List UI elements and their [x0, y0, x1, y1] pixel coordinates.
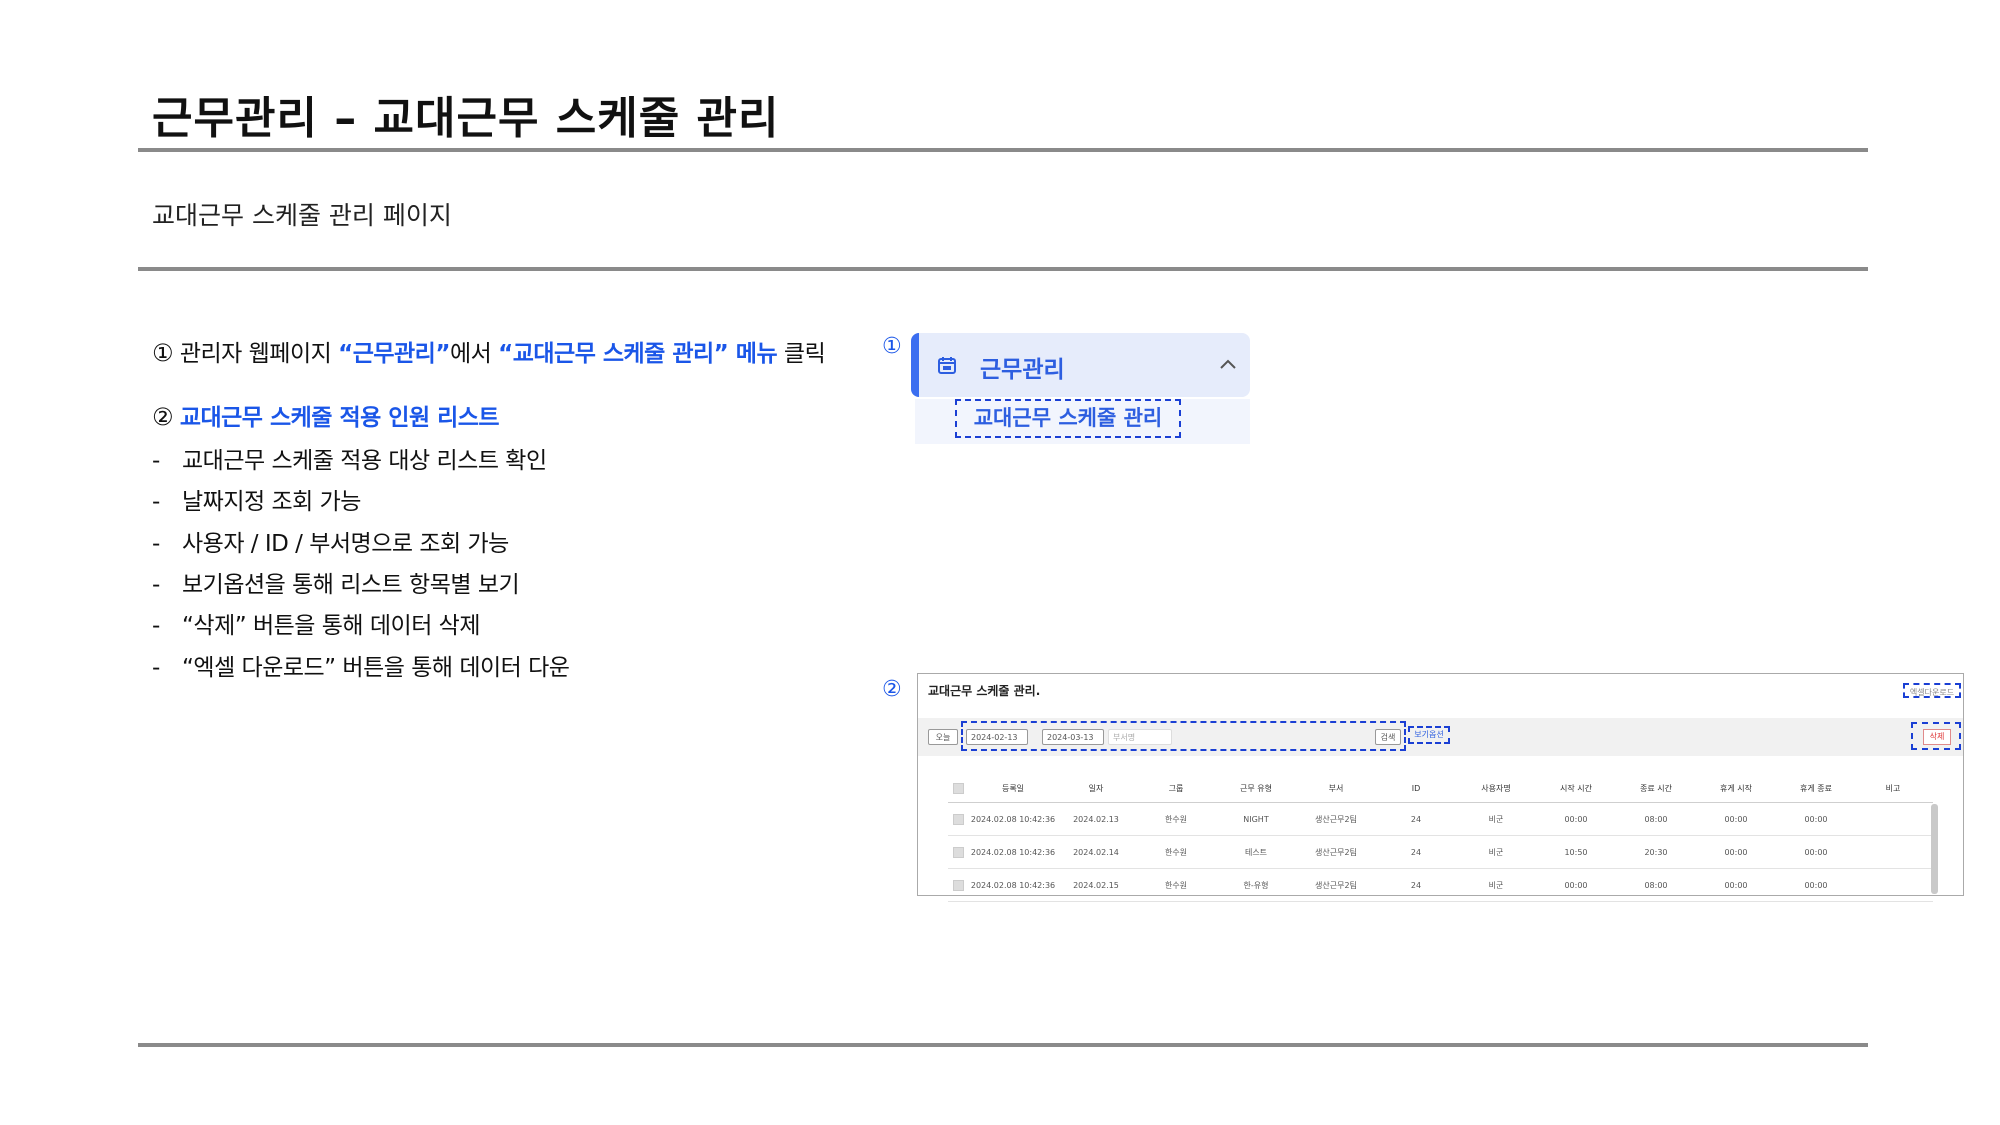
step1-pre: 관리자 웹페이지: [179, 341, 339, 367]
col-header: 근무 유형: [1240, 783, 1272, 793]
table-cell: 테스트: [1244, 847, 1268, 857]
table-cell: 2024.02.08 10:42:36: [970, 847, 1056, 857]
table-cell: 비군: [1488, 814, 1504, 824]
submenu-shift-schedule[interactable]: 교대근무 스케줄 관리: [955, 399, 1181, 438]
table-cell: 20:30: [1644, 847, 1668, 857]
table-cell: 24: [1410, 880, 1422, 890]
page-title: 근무관리 – 교대근무 스케줄 관리: [152, 93, 780, 144]
table-cell: 24: [1410, 847, 1422, 857]
table-cell: 00:00: [1724, 880, 1748, 890]
delete-button-area: 삭제: [1911, 722, 1961, 750]
step1-mid: 에서: [449, 341, 499, 367]
excel-download-button[interactable]: 엑셀다운로드: [1903, 683, 1961, 698]
table-cell: 생산근무2팀: [1315, 847, 1357, 857]
table-scrollbar[interactable]: [1931, 804, 1938, 894]
row-checkbox[interactable]: [952, 846, 964, 858]
col-header: 휴게 시작: [1720, 783, 1752, 793]
table-cell: 00:00: [1724, 814, 1748, 824]
table-cell: 10:50: [1564, 847, 1588, 857]
step2-heading: ② 교대근무 스케줄 적용 인원 리스트: [152, 398, 500, 432]
select-all-checkbox[interactable]: [952, 782, 964, 794]
schedule-table: 등록일 일자 그룹 근무 유형 부서 ID 사용자명 시작 시간 종료 시간 휴…: [948, 774, 1933, 902]
table-cell: 08:00: [1644, 880, 1668, 890]
table-cell: 2024.02.13: [1073, 814, 1119, 824]
menu-worktime-label: 근무관리: [980, 357, 1065, 383]
col-header: 종료 시간: [1640, 783, 1672, 793]
table-cell: 00:00: [1804, 814, 1828, 824]
table-cell: 한수원: [1164, 847, 1188, 857]
schedule-list-panel: 교대근무 스케줄 관리. 엑셀다운로드 오늘 2024-02-13 2024-0…: [917, 673, 1964, 902]
table-cell: 00:00: [1804, 847, 1828, 857]
bullet-item: - “엑셀 다운로드” 버튼을 통해 데이터 다운: [152, 655, 570, 681]
table-cell: 08:00: [1644, 814, 1668, 824]
table-cell: 24: [1410, 814, 1422, 824]
today-button[interactable]: 오늘: [928, 729, 958, 745]
menu-worktime[interactable]: [911, 333, 1250, 397]
table-cell: 2024.02.08 10:42:36: [970, 814, 1056, 824]
col-header: 시작 시간: [1560, 783, 1592, 793]
bullet-item: - “삭제” 버튼을 통해 데이터 삭제: [152, 613, 481, 639]
panel2-marker: ②: [882, 677, 902, 702]
table-cell: NIGHT: [1243, 814, 1269, 824]
dept-select[interactable]: 부서명: [1108, 729, 1172, 745]
step1-q1: “근무관리”: [338, 341, 450, 367]
step1-q2: “교대근무 스케줄 관리” 메뉴: [498, 341, 778, 367]
calendar-icon: [938, 357, 956, 374]
view-option-button[interactable]: 보기옵션: [1408, 726, 1450, 744]
col-header: 휴게 종료: [1800, 783, 1832, 793]
col-header: 일자: [1088, 783, 1104, 793]
table-cell: 한-유형: [1243, 880, 1269, 890]
bullet-item: - 사용자 / ID / 부서명으로 조회 가능: [152, 531, 509, 557]
table-cell: 2024.02.14: [1073, 847, 1119, 857]
table-cell: 생산근무2팀: [1315, 880, 1357, 890]
table-cell: 한수원: [1164, 814, 1188, 824]
col-header: 부서: [1328, 783, 1344, 793]
bullet-item: - 보기옵션을 통해 리스트 항목별 보기: [152, 572, 520, 598]
table-cell: 생산근무2팀: [1315, 814, 1357, 824]
panel-title: 교대근무 스케줄 관리.: [928, 684, 1041, 698]
table-cell: 00:00: [1804, 880, 1828, 890]
col-header: 등록일: [1001, 783, 1025, 793]
end-date-input[interactable]: 2024-03-13: [1042, 729, 1104, 745]
table-header: 등록일 일자 그룹 근무 유형 부서 ID 사용자명 시작 시간 종료 시간 휴…: [948, 774, 1933, 803]
table-row[interactable]: 2024.02.08 10:42:36 2024.02.15 한수원 한-유형 …: [948, 869, 1933, 902]
table-cell: 2024.02.15: [1073, 880, 1119, 890]
table-row[interactable]: 2024.02.08 10:42:36 2024.02.13 한수원 NIGHT…: [948, 803, 1933, 836]
page-subtitle: 교대근무 스케줄 관리 페이지: [152, 201, 452, 230]
col-header: ID: [1411, 783, 1421, 793]
table-cell: 00:00: [1564, 814, 1588, 824]
table-cell: 비군: [1488, 847, 1504, 857]
step1-num: ①: [152, 339, 174, 367]
step1-post: 클릭: [777, 341, 826, 367]
table-cell: 2024.02.08 10:42:36: [970, 880, 1056, 890]
title-divider: [138, 148, 1868, 152]
search-button[interactable]: 검색: [1375, 729, 1401, 745]
menu-active-bar: [911, 333, 919, 397]
table-cell: 한수원: [1164, 880, 1188, 890]
col-header: 그룹: [1168, 783, 1184, 793]
chevron-up-icon[interactable]: [1220, 359, 1236, 369]
row-checkbox[interactable]: [952, 879, 964, 891]
step2-heading-text: 교대근무 스케줄 적용 인원 리스트: [179, 405, 500, 431]
bullet-item: - 날짜지정 조회 가능: [152, 489, 361, 515]
table-cell: 00:00: [1724, 847, 1748, 857]
start-date-input[interactable]: 2024-02-13: [966, 729, 1028, 745]
row-checkbox[interactable]: [952, 813, 964, 825]
subtitle-divider: [138, 267, 1868, 271]
delete-button[interactable]: 삭제: [1923, 729, 1951, 745]
table-cell: 00:00: [1564, 880, 1588, 890]
panel1-marker: ①: [882, 334, 902, 359]
step2-num: ②: [152, 403, 174, 431]
col-header: 비고: [1885, 783, 1901, 793]
table-row[interactable]: 2024.02.08 10:42:36 2024.02.14 한수원 테스트 생…: [948, 836, 1933, 869]
table-cell: 비군: [1488, 880, 1504, 890]
col-header: 사용자명: [1481, 783, 1511, 793]
step1-text: ① 관리자 웹페이지 “근무관리”에서 “교대근무 스케줄 관리” 메뉴 클릭: [152, 334, 826, 368]
bottom-divider: [138, 1043, 1868, 1047]
bullet-item: - 교대근무 스케줄 적용 대상 리스트 확인: [152, 448, 547, 474]
